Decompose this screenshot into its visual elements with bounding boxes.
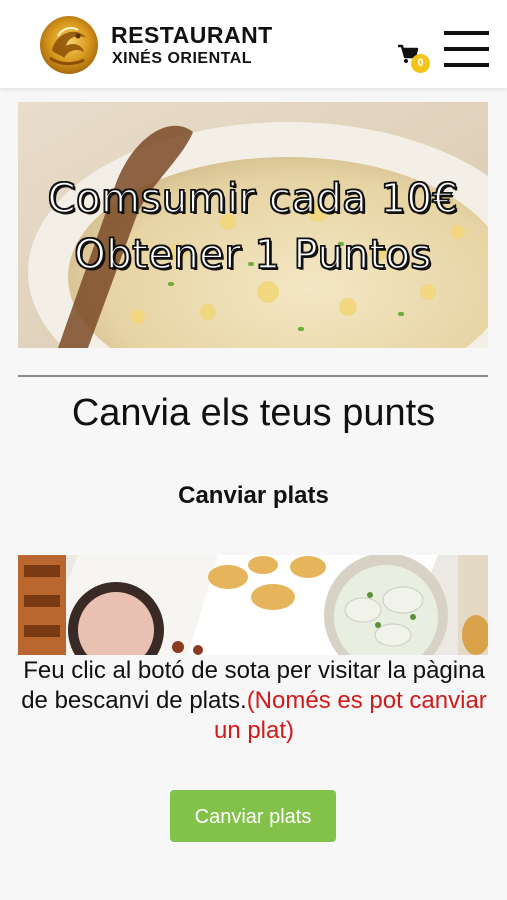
redeem-dishes-button[interactable]: Canviar plats: [170, 790, 336, 842]
brand-subtitle: XINÉS ORIENTAL: [112, 50, 253, 67]
page-title: Canvia els teus punts: [71, 392, 436, 434]
section-subtitle: Canviar plats: [178, 482, 329, 509]
app-header: RESTAURANT XINÉS ORIENTAL 0: [0, 0, 507, 88]
promo-line-1: Comsumir cada 10€: [47, 175, 459, 223]
fried-rice-image: [18, 102, 488, 348]
cart-count-badge[interactable]: 0: [411, 54, 430, 73]
promo-line-2: Obtener 1 Puntos: [73, 231, 432, 279]
brand-name: RESTAURANT: [111, 22, 273, 48]
redeem-instructions: Feu clic al botó de sota per visitar la …: [14, 656, 494, 746]
info-note: (Només es pot canviar un plat): [213, 687, 487, 744]
section-divider: [18, 375, 488, 377]
dishes-image: [18, 555, 488, 655]
dragon-logo[interactable]: [38, 14, 100, 76]
hamburger-menu-icon[interactable]: [444, 29, 489, 69]
promo-banner: Comsumir cada 10€ Obtener 1 Puntos: [18, 102, 488, 348]
